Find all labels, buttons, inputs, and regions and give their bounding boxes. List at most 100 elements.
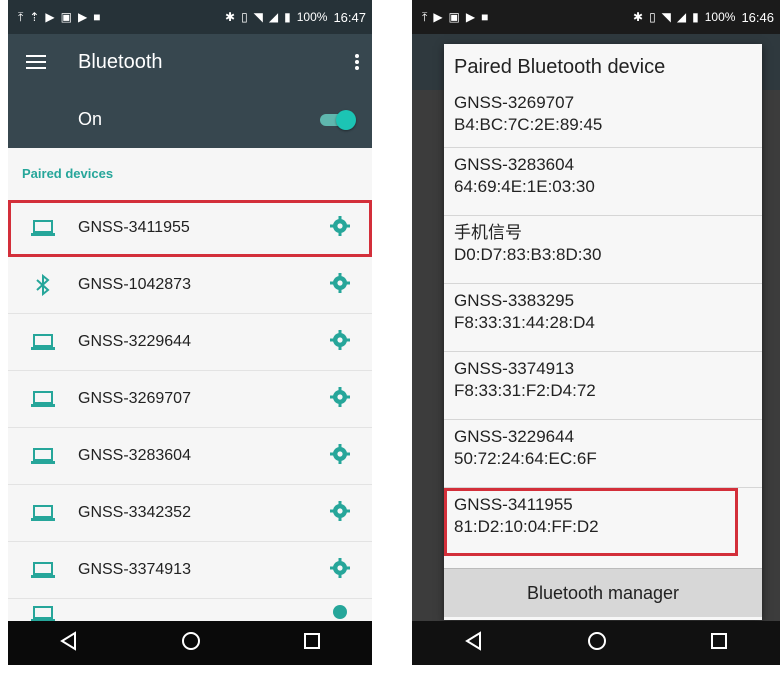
device-name: GNSS-3229644 [454, 427, 575, 446]
gear-icon[interactable] [330, 329, 350, 355]
device-name: GNSS-3283604 [454, 155, 575, 174]
toggle-label: On [78, 108, 103, 129]
recents-icon[interactable] [710, 632, 728, 655]
device-mac: 81:D2:10:04:FF:D2 [454, 517, 599, 536]
vibrate-icon: ▯ [649, 10, 656, 24]
clock: 16:47 [333, 9, 366, 25]
paired-device-list: GNSS-3411955 GNSS-1042873 GNSS-3229644 G… [8, 200, 372, 630]
play-icon: ▶ [465, 10, 476, 24]
device-row[interactable]: GNSS-3374913 [8, 542, 372, 599]
dialog-device-item[interactable]: GNSS-3374913 F8:33:31:F2:D4:72 [444, 352, 762, 420]
video-icon: ▣ [448, 10, 460, 24]
dialog-device-list: GNSS-3269707 B4:BC:7C:2E:89:45 GNSS-3283… [444, 90, 762, 556]
device-name: 手机信号 [454, 223, 522, 242]
dialog-title: Paired Bluetooth device [454, 56, 666, 78]
wifi-icon: ◥ [661, 10, 671, 24]
dialog-device-item-selected[interactable]: GNSS-3411955 81:D2:10:04:FF:D2 [444, 488, 738, 556]
status-bar: ⤒ ▶ ▣ ▶ ■ ✱ ▯ ◥ ◢ ▮ 100% 16:46 [412, 0, 780, 34]
bluetooth-settings-screen: ⤒ ⇡ ▶ ▣ ▶ ■ ✱ ▯ ◥ ◢ ▮ 100% 16:47 Bluetoo… [8, 0, 372, 665]
device-name: GNSS-3229644 [78, 333, 191, 350]
device-row[interactable]: GNSS-3283604 [8, 428, 372, 485]
bluetooth-switch[interactable] [320, 109, 356, 130]
bluetooth-status-icon: ✱ [633, 10, 644, 24]
home-icon[interactable] [587, 631, 607, 656]
bluetooth-toggle-row[interactable]: On [8, 90, 372, 148]
back-icon[interactable] [464, 630, 484, 656]
dialog-device-item[interactable]: 手机信号 D0:D7:83:B3:8D:30 [444, 216, 762, 284]
device-name: GNSS-1042873 [78, 276, 191, 293]
notification-icon: ■ [93, 10, 101, 24]
laptop-icon [8, 219, 78, 237]
dialog-device-item[interactable]: GNSS-3269707 B4:BC:7C:2E:89:45 [444, 90, 762, 148]
device-name: GNSS-3374913 [78, 561, 191, 578]
bluetooth-status-icon: ✱ [225, 10, 236, 24]
device-name: GNSS-3283604 [78, 447, 191, 464]
laptop-icon [8, 504, 78, 522]
device-name: GNSS-3269707 [78, 390, 191, 407]
signal-icon: ◢ [676, 10, 687, 24]
paired-device-dialog-screen: ⤒ ▶ ▣ ▶ ■ ✱ ▯ ◥ ◢ ▮ 100% 16:46 Paired Bl… [412, 0, 780, 665]
app-toolbar: Bluetooth [8, 34, 372, 90]
bluetooth-icon [8, 274, 78, 296]
status-bar: ⤒ ⇡ ▶ ▣ ▶ ■ ✱ ▯ ◥ ◢ ▮ 100% 16:47 [8, 0, 372, 34]
play-icon: ▶ [45, 10, 55, 24]
gear-icon[interactable] [330, 557, 350, 583]
device-row[interactable]: GNSS-3269707 [8, 371, 372, 428]
clock: 16:46 [741, 9, 774, 25]
gear-icon[interactable] [330, 215, 350, 241]
play-icon: ▶ [433, 10, 443, 24]
battery-percent: 100% [296, 10, 328, 24]
device-name: GNSS-3342352 [78, 504, 191, 521]
gear-icon[interactable] [330, 500, 350, 526]
device-row[interactable]: GNSS-1042873 [8, 257, 372, 314]
device-mac: F8:33:31:44:28:D4 [454, 313, 595, 332]
gear-icon[interactable] [330, 386, 350, 412]
recents-icon[interactable] [303, 632, 321, 655]
device-mac: B4:BC:7C:2E:89:45 [454, 115, 603, 134]
overflow-menu-icon[interactable] [342, 53, 372, 71]
upload-icon: ⇡ [29, 10, 40, 24]
device-mac: 64:69:4E:1E:03:30 [454, 177, 595, 196]
device-name: GNSS-3411955 [454, 495, 573, 514]
play-icon: ▶ [77, 10, 88, 24]
device-row[interactable]: GNSS-3342352 [8, 485, 372, 542]
home-icon[interactable] [181, 631, 201, 656]
wifi-icon: ◥ [253, 10, 263, 24]
notification-icon: ■ [481, 10, 489, 24]
gear-icon[interactable] [330, 272, 350, 298]
laptop-icon [8, 390, 78, 408]
paired-device-dialog: Paired Bluetooth device GNSS-3269707 B4:… [444, 44, 762, 620]
vibrate-icon: ▯ [241, 10, 248, 24]
signal-icon: ◢ [268, 10, 279, 24]
upload-icon: ⤒ [18, 9, 24, 24]
device-name: GNSS-3383295 [454, 291, 575, 310]
laptop-icon [8, 333, 78, 351]
laptop-icon [8, 561, 78, 579]
battery-icon: ▮ [692, 10, 699, 24]
switch-knob [336, 110, 356, 130]
device-name: GNSS-3411955 [78, 219, 190, 236]
device-mac: F8:33:31:F2:D4:72 [454, 381, 596, 400]
battery-icon: ▮ [284, 10, 291, 24]
device-name: GNSS-3374913 [454, 359, 575, 378]
device-mac: 50:72:24:64:EC:6F [454, 449, 597, 468]
gear-icon[interactable] [330, 443, 350, 469]
device-name: GNSS-3269707 [454, 93, 575, 112]
dialog-device-item[interactable]: GNSS-3283604 64:69:4E:1E:03:30 [444, 148, 762, 216]
battery-percent: 100% [704, 10, 736, 24]
dialog-device-item[interactable]: GNSS-3383295 F8:33:31:44:28:D4 [444, 284, 762, 352]
navigation-bar [8, 621, 372, 665]
back-icon[interactable] [59, 630, 79, 656]
bluetooth-manager-button[interactable]: Bluetooth manager [444, 568, 762, 617]
section-header: Paired devices [22, 166, 114, 181]
device-mac: D0:D7:83:B3:8D:30 [454, 245, 602, 264]
upload-icon: ⤒ [422, 9, 428, 24]
video-icon: ▣ [60, 10, 72, 24]
laptop-icon [8, 447, 78, 465]
dialog-device-item[interactable]: GNSS-3229644 50:72:24:64:EC:6F [444, 420, 762, 488]
device-row[interactable]: GNSS-3229644 [8, 314, 372, 371]
device-row[interactable]: GNSS-3411955 [8, 200, 372, 257]
hamburger-menu-icon[interactable] [8, 54, 64, 70]
navigation-bar [412, 621, 780, 665]
page-title: Bluetooth [78, 50, 163, 73]
